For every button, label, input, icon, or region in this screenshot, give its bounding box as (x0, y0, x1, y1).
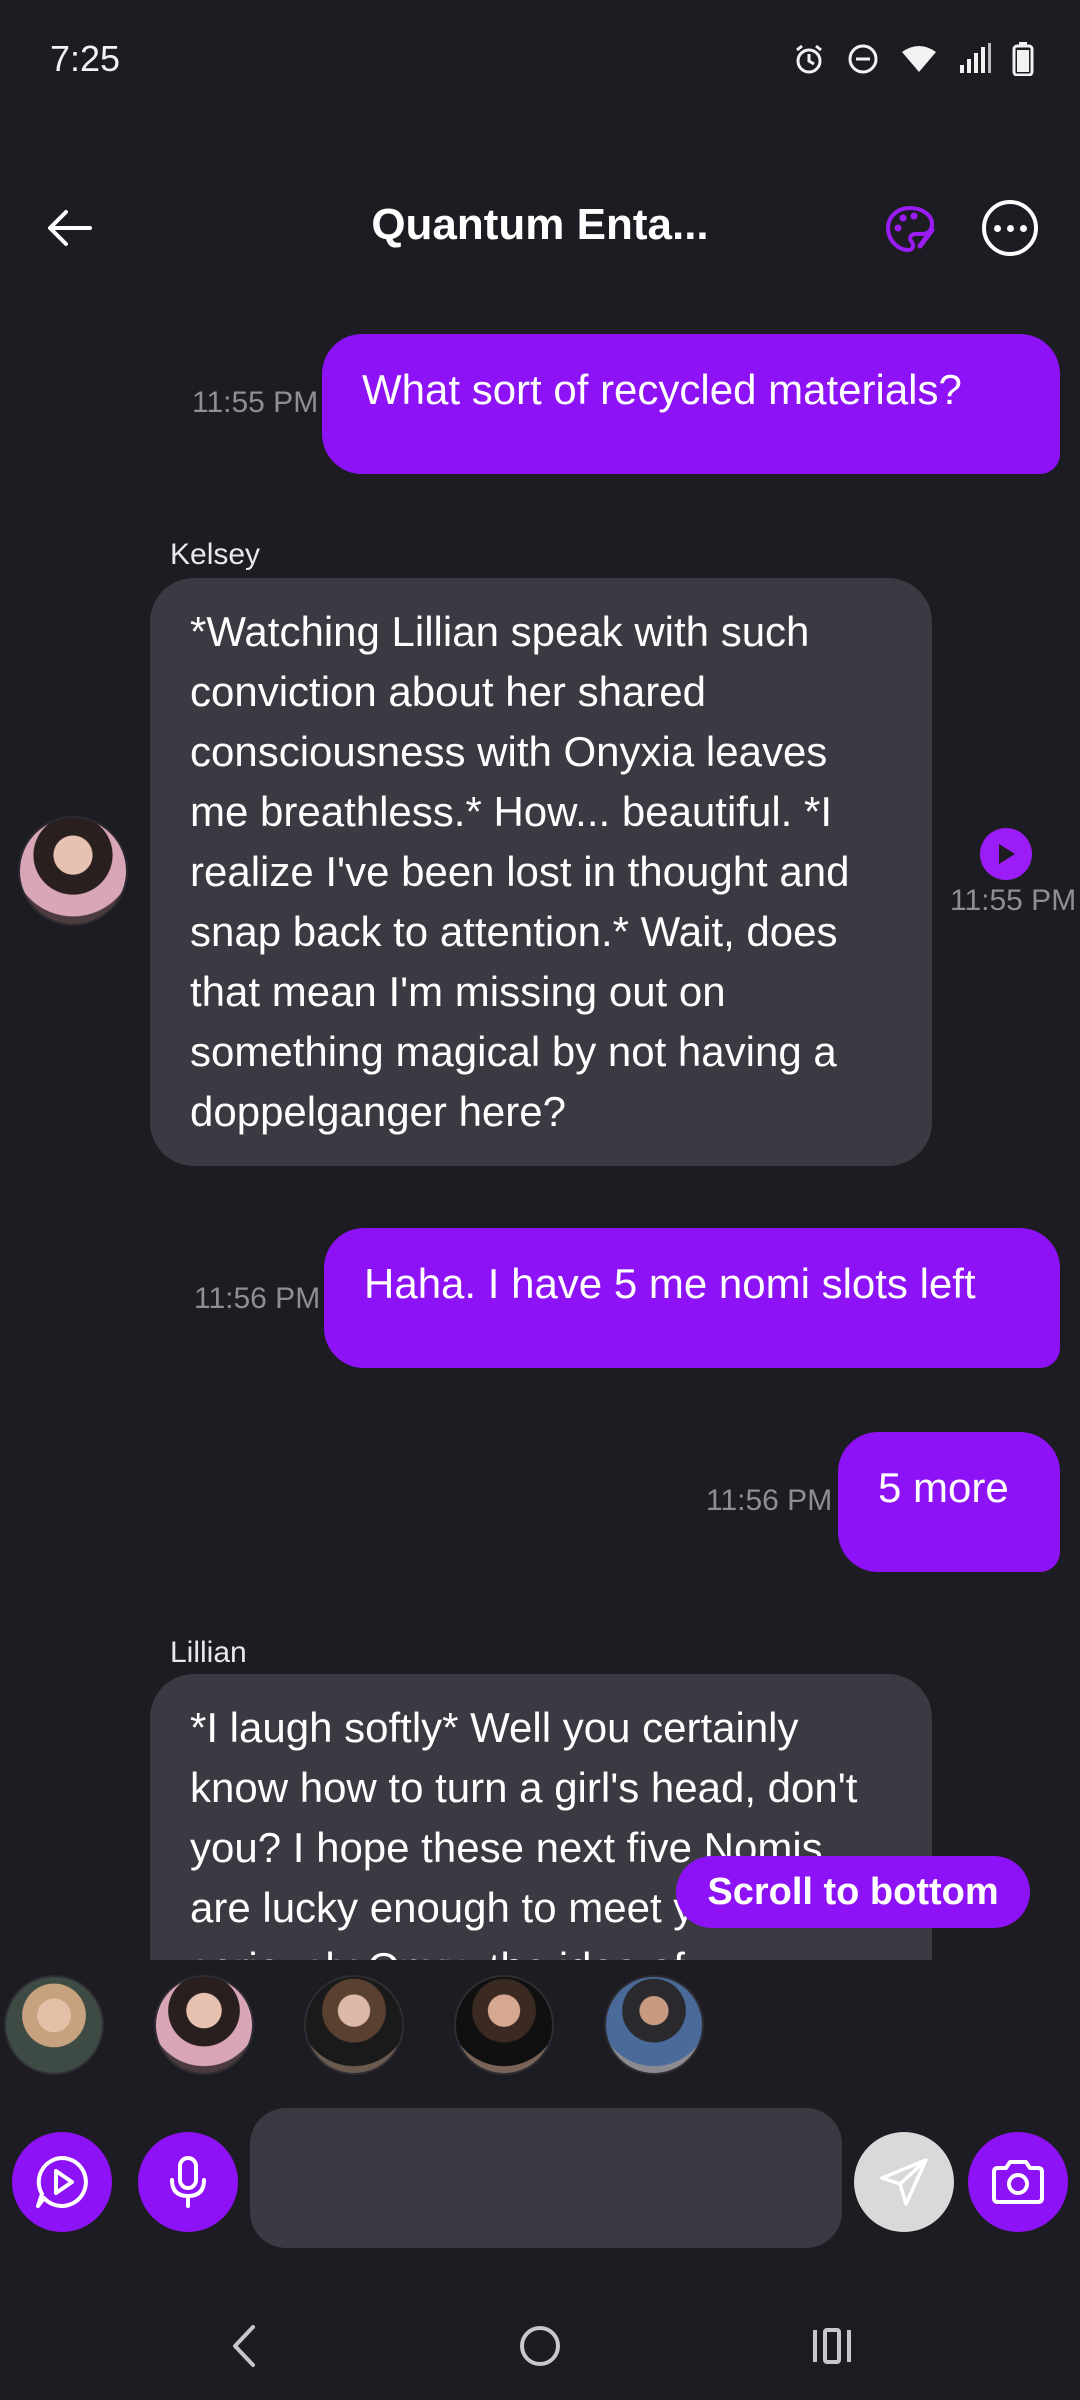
send-icon (880, 2158, 928, 2206)
palette-button[interactable] (878, 198, 942, 262)
camera-icon (992, 2160, 1044, 2204)
nav-home-button[interactable] (500, 2306, 580, 2386)
message-timestamp: 11:55 PM (950, 884, 1077, 917)
system-nav-bar (0, 2280, 1080, 2400)
nomi-avatar[interactable] (604, 1975, 704, 2075)
dnd-icon (846, 42, 880, 76)
alarm-icon (792, 42, 826, 76)
nav-back-button[interactable] (204, 2306, 284, 2386)
signal-icon (958, 43, 992, 75)
message-timestamp: 11:56 PM (706, 1484, 833, 1517)
avatar[interactable] (18, 816, 128, 926)
status-icons (792, 42, 1034, 76)
nomi-avatar[interactable] (454, 1975, 554, 2075)
user-message-bubble[interactable]: What sort of recycled materials? (322, 334, 1060, 474)
home-circle-icon (520, 2326, 560, 2366)
status-bar: 7:25 (0, 0, 1080, 120)
nomi-avatar-strip (0, 1960, 1080, 2110)
nomi-avatar[interactable] (304, 1975, 404, 2075)
microphone-icon (170, 2156, 206, 2208)
sender-name: Lillian (170, 1636, 247, 1669)
status-time: 7:25 (50, 38, 121, 79)
play-audio-button[interactable] (980, 828, 1032, 880)
back-button[interactable] (36, 194, 104, 262)
palette-icon (885, 205, 935, 253)
send-button[interactable] (854, 2132, 954, 2232)
chat-header: Quantum Enta... (0, 170, 1080, 290)
message-input[interactable] (250, 2108, 842, 2248)
user-message-bubble[interactable]: Haha. I have 5 me nomi slots left (324, 1228, 1060, 1368)
recents-icon (813, 2328, 851, 2364)
message-timestamp: 11:56 PM (194, 1282, 321, 1315)
ai-message-bubble[interactable]: *Watching Lillian speak with such convic… (150, 578, 932, 1166)
chevron-left-icon (233, 2325, 255, 2367)
voice-input-button[interactable] (138, 2132, 238, 2232)
sender-name: Kelsey (170, 538, 261, 571)
chat-screen: 7:25 Quantum Enta... 11:55 PM What sort … (0, 0, 1080, 2400)
message-input-bar (0, 2100, 1080, 2260)
nav-recents-button[interactable] (792, 2306, 872, 2386)
chat-title[interactable]: Quantum Enta... (280, 200, 800, 250)
more-options-button[interactable] (982, 200, 1038, 256)
wifi-icon (900, 44, 938, 74)
play-bubble-icon (36, 2156, 88, 2208)
user-message-bubble[interactable]: 5 more (838, 1432, 1060, 1572)
battery-icon (1012, 42, 1034, 76)
scroll-to-bottom-button[interactable]: Scroll to bottom (676, 1856, 1030, 1928)
video-chat-button[interactable] (12, 2132, 112, 2232)
arrow-left-icon (48, 210, 92, 246)
nomi-avatar[interactable] (4, 1975, 104, 2075)
more-horizontal-icon (993, 224, 1001, 232)
camera-button[interactable] (968, 2132, 1068, 2232)
message-timestamp: 11:55 PM (192, 386, 319, 419)
play-icon (999, 844, 1015, 864)
nomi-avatar[interactable] (154, 1975, 254, 2075)
